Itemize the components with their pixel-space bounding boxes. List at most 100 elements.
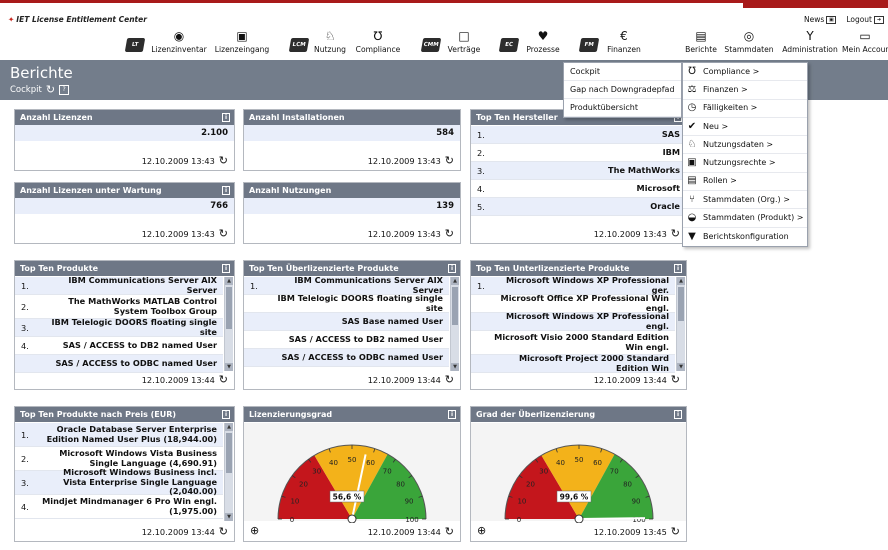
gauge-settings-icon[interactable]: ⊕ xyxy=(477,524,486,537)
list-item[interactable]: SAS / ACCESS to DB2 named User xyxy=(244,331,449,349)
menu-item-produktuebersicht[interactable]: Produktübersicht xyxy=(564,99,681,117)
info-icon[interactable]: i xyxy=(222,264,230,273)
widget-footer: 12.10.2009 13:44 ↻ xyxy=(368,526,454,537)
info-icon[interactable]: i xyxy=(674,410,682,419)
scroll-up-icon[interactable]: ▲ xyxy=(451,277,459,285)
menu-item-stammdaten-produkt[interactable]: ◒ Stammdaten (Produkt) > xyxy=(683,209,807,228)
nav-nutzung[interactable]: ♘ Nutzung xyxy=(312,22,348,58)
widget-value: 584 xyxy=(244,125,460,142)
list-item[interactable]: SAS / ACCESS to ODBC named User xyxy=(15,355,223,373)
list-item[interactable]: 2. IBM xyxy=(471,144,686,162)
refresh-icon[interactable]: ↻ xyxy=(219,228,228,239)
scroll-thumb[interactable] xyxy=(226,433,232,473)
compliance-icon: ℧ xyxy=(688,65,696,77)
scroll-thumb[interactable] xyxy=(226,287,232,329)
scroll-down-icon[interactable]: ▼ xyxy=(677,363,685,371)
list-item[interactable]: 1. IBM Communications Server AIX Server xyxy=(15,275,223,295)
nav-label: Verträge xyxy=(447,45,481,54)
refresh-icon[interactable]: ↻ xyxy=(671,374,680,385)
gauge-settings-icon[interactable]: ⊕ xyxy=(250,524,259,537)
scroll-down-icon[interactable]: ▼ xyxy=(225,513,233,521)
scroll-down-icon[interactable]: ▼ xyxy=(451,363,459,371)
info-icon[interactable]: i xyxy=(448,410,456,419)
refresh-icon[interactable]: ↻ xyxy=(219,155,228,166)
list-item[interactable]: SAS / ACCESS to ODBC named User xyxy=(244,349,449,367)
info-icon[interactable]: i xyxy=(674,264,682,273)
refresh-icon[interactable]: ↻ xyxy=(445,526,454,537)
widget-footer: 12.10.2009 13:44 ↻ xyxy=(142,374,228,385)
list-item[interactable]: 1. SAS xyxy=(471,126,686,144)
list-item[interactable]: SAS Base named User xyxy=(244,313,449,331)
nav-prozesse[interactable]: ♥ Prozesse xyxy=(522,22,564,58)
lcm-module-badge[interactable]: LCM xyxy=(288,38,310,52)
list-item[interactable]: 4. Mindjet Mindmanager 6 Pro Win engl. (1… xyxy=(15,495,223,519)
gauge-tick-label: 70 xyxy=(383,467,392,475)
scroll-up-icon[interactable]: ▲ xyxy=(677,277,685,285)
nav-lizenzeingang[interactable]: ▣ Lizenzeingang xyxy=(212,22,272,58)
info-icon[interactable]: i xyxy=(448,264,456,273)
list-item[interactable]: 3. The MathWorks xyxy=(471,162,686,180)
list-item[interactable]: 2. The MathWorks MATLAB Control System To… xyxy=(15,295,223,319)
nav-lizenzinventar[interactable]: ◉ Lizenzinventar xyxy=(148,22,210,58)
nav-stammdaten[interactable]: ◎ Stammdaten xyxy=(722,22,776,58)
scroll-up-icon[interactable]: ▲ xyxy=(225,277,233,285)
refresh-icon[interactable]: ↻ xyxy=(671,228,680,239)
list-item[interactable]: Microsoft Project 2000 Standard Edition … xyxy=(471,353,675,373)
list-item[interactable]: 3. IBM Telelogic DOORS floating single si… xyxy=(15,317,223,337)
nav-mein-account[interactable]: ▭ Mein Accoun xyxy=(842,22,888,58)
menu-item-gap-downgradepfad[interactable]: Gap nach Downgradepfad xyxy=(564,81,681,99)
list-scrollbar[interactable]: ▲ ▼ xyxy=(450,277,459,371)
scroll-thumb[interactable] xyxy=(452,287,458,325)
gauge-tick-label: 100 xyxy=(405,516,418,523)
info-icon[interactable]: i xyxy=(222,113,230,122)
refresh-icon[interactable]: ↻ xyxy=(671,526,680,537)
refresh-icon[interactable]: ↻ xyxy=(46,83,55,96)
nav-finanzen[interactable]: € Finanzen xyxy=(602,22,646,58)
scroll-down-icon[interactable]: ▼ xyxy=(225,363,233,371)
menu-item-cockpit[interactable]: Cockpit xyxy=(564,63,681,81)
info-icon[interactable]: i xyxy=(222,186,230,195)
menu-item-finanzen[interactable]: ⚖ Finanzen > xyxy=(683,81,807,100)
list-item[interactable]: 4. Microsoft xyxy=(471,180,686,198)
scroll-thumb[interactable] xyxy=(678,287,684,321)
nav-administration[interactable]: Y Administration xyxy=(778,22,842,58)
list-item[interactable]: IBM Telelogic DOORS floating single site xyxy=(244,293,449,313)
nav-vertraege[interactable]: □ Verträge xyxy=(444,22,484,58)
menu-item-berichtskonfiguration[interactable]: ▼ Berichtskonfiguration xyxy=(683,228,807,246)
menu-label: Stammdaten (Produkt) > xyxy=(703,213,804,223)
list-item[interactable]: Microsoft Windows XP Professional engl. xyxy=(471,311,675,331)
item-label: IBM Telelogic DOORS floating single site xyxy=(51,317,217,337)
ec-module-badge[interactable]: EC xyxy=(498,38,520,52)
menu-item-faelligkeiten[interactable]: ◷ Fälligkeiten > xyxy=(683,100,807,118)
lt-module-badge[interactable]: LT xyxy=(124,38,146,52)
gauge-tick-label: 50 xyxy=(575,456,584,464)
gauge-tick-label: 20 xyxy=(526,481,535,489)
refresh-icon[interactable]: ↻ xyxy=(445,228,454,239)
list-item[interactable]: 1. Oracle Database Server Enterprise Edit… xyxy=(15,423,223,447)
info-icon[interactable]: i xyxy=(222,410,230,419)
menu-item-nutzungsdaten[interactable]: ♘ Nutzungsdaten > xyxy=(683,136,807,155)
menu-item-compliance[interactable]: ℧ Compliance > xyxy=(683,63,807,82)
refresh-icon[interactable]: ↻ xyxy=(445,374,454,385)
list-item[interactable]: Microsoft Visio 2000 Standard Edition Wi… xyxy=(471,331,675,355)
nav-berichte[interactable]: ▤ Berichte xyxy=(680,22,722,58)
menu-item-rollen[interactable]: ▤ Rollen > xyxy=(683,173,807,192)
list-item[interactable]: 5. Oracle xyxy=(471,198,686,216)
refresh-icon[interactable]: ↻ xyxy=(219,526,228,537)
list-scrollbar[interactable]: ▲ ▼ xyxy=(224,277,233,371)
menu-item-stammdaten-org[interactable]: ⑂ Stammdaten (Org.) > xyxy=(683,191,807,210)
fm-module-badge[interactable]: FM xyxy=(578,38,600,52)
list-scrollbar[interactable]: ▲ ▼ xyxy=(224,423,233,521)
menu-item-nutzungsrechte[interactable]: ▣ Nutzungsrechte > xyxy=(683,154,807,173)
nav-compliance[interactable]: ℧ Compliance xyxy=(352,22,404,58)
refresh-icon[interactable]: ↻ xyxy=(445,155,454,166)
widget-title: Top Ten Produkte xyxy=(20,264,98,273)
cmm-module-badge[interactable]: CMM xyxy=(420,38,442,52)
menu-item-neu[interactable]: ✔ Neu > xyxy=(683,118,807,137)
help-icon[interactable]: ? xyxy=(59,84,70,95)
list-item[interactable]: 3. Microsoft Windows Business incl. Vista… xyxy=(15,468,223,496)
scroll-up-icon[interactable]: ▲ xyxy=(225,423,233,431)
refresh-icon[interactable]: ↻ xyxy=(219,374,228,385)
list-item[interactable]: 4. SAS / ACCESS to DB2 named User xyxy=(15,337,223,355)
list-scrollbar[interactable]: ▲ ▼ xyxy=(676,277,685,371)
